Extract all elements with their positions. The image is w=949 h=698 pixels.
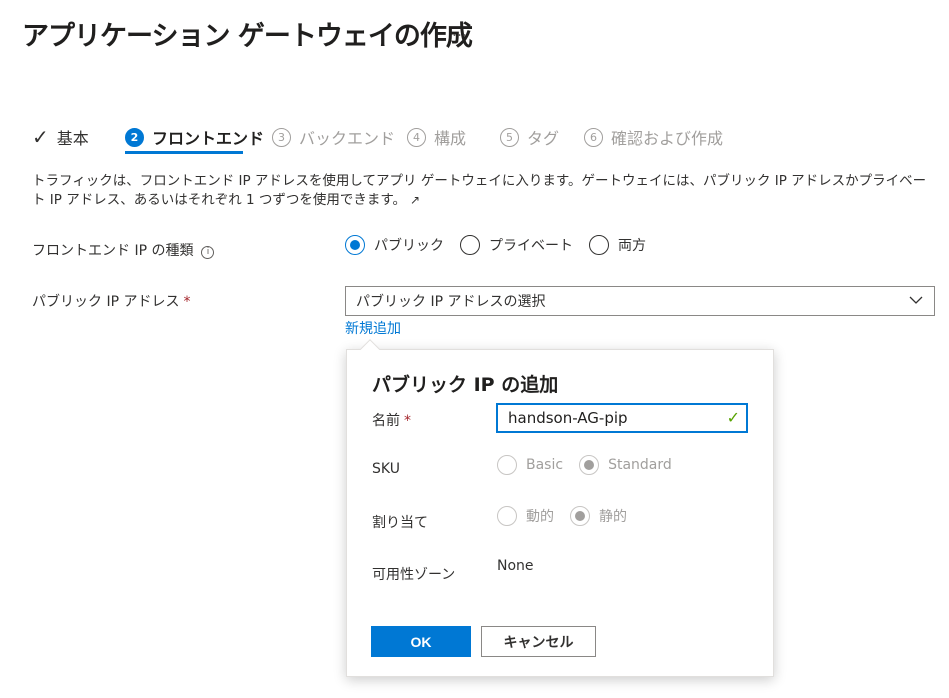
radio-button[interactable] [579, 455, 600, 475]
sku-radio-group: Basic Standard [497, 455, 688, 475]
radio-label: 静的 [599, 509, 627, 525]
tab-configuration[interactable]: 4 構成 [407, 120, 466, 154]
availability-zone-value: None [497, 558, 534, 574]
dropdown-placeholder: パブリック IP アドレスの選択 [356, 294, 546, 310]
assignment-label: 割り当て [372, 515, 428, 531]
tab-label: 構成 [434, 129, 467, 148]
name-label-text: 名前 [372, 413, 400, 429]
step-number: 6 [584, 127, 603, 147]
public-ip-dropdown[interactable]: パブリック IP アドレスの選択 [345, 286, 935, 316]
radio-button[interactable] [570, 506, 590, 526]
radio-button[interactable] [589, 235, 609, 255]
checkmark-icon: ✓ [32, 125, 49, 149]
tab-review-create[interactable]: 6 確認および作成 [584, 120, 723, 154]
external-link-icon[interactable]: ↗ [410, 193, 420, 207]
checkmark-icon: ✓ [726, 408, 740, 427]
tab-label: 基本 [56, 129, 89, 148]
tab-label: フロントエンド [152, 129, 265, 148]
more-options-icon[interactable]: … [452, 22, 468, 40]
description: トラフィックは、フロントエンド IP アドレスを使用してアプリ ゲートウェイに入… [32, 172, 937, 210]
step-number: 4 [407, 127, 426, 147]
active-tab-indicator [125, 151, 243, 154]
add-new-link[interactable]: 新規追加 [345, 318, 401, 338]
step-number: 2 [125, 127, 144, 147]
callout-title: パブリック IP の追加 [372, 374, 559, 396]
radio-button[interactable] [497, 506, 517, 526]
description-text: トラフィックは、フロントエンド IP アドレスを使用してアプリ ゲートウェイに入… [32, 173, 927, 208]
ip-type-label: フロントエンド IP の種類 i [32, 240, 215, 260]
info-icon[interactable]: i [201, 245, 215, 259]
step-number: 3 [272, 127, 291, 147]
radio-label: 動的 [526, 509, 554, 525]
assignment-static-option[interactable]: 静的 [570, 506, 627, 526]
name-input-value: handson-AG-pip [508, 409, 628, 427]
radio-label: 両方 [618, 238, 646, 254]
radio-button[interactable] [345, 235, 365, 255]
tab-label: タグ [527, 129, 560, 148]
tab-label: 確認および作成 [611, 129, 724, 148]
public-ip-label-text: パブリック IP アドレス [32, 294, 180, 310]
callout-beak [360, 339, 380, 359]
required-marker: * [183, 294, 191, 310]
radio-label: Basic [526, 457, 564, 473]
required-marker: * [404, 413, 411, 429]
public-ip-label: パブリック IP アドレス * [32, 291, 190, 311]
sku-label: SKU [372, 461, 400, 477]
tab-frontend[interactable]: 2 フロントエンド [125, 120, 264, 154]
ip-type-label-text: フロントエンド IP の種類 [32, 243, 194, 259]
assignment-radio-group: 動的 静的 [497, 506, 643, 526]
ip-type-radio-group: パブリック プライベート 両方 [345, 235, 662, 255]
assignment-dynamic-option[interactable]: 動的 [497, 506, 554, 526]
add-public-ip-callout: パブリック IP の追加 名前 * handson-AG-pip ✓ SKU Ba… [346, 339, 774, 677]
cancel-button[interactable]: キャンセル [481, 626, 596, 657]
radio-label: パブリック [374, 238, 444, 254]
radio-button[interactable] [497, 455, 517, 475]
chevron-down-icon [908, 292, 924, 312]
radio-button[interactable] [460, 235, 480, 255]
tab-label: バックエンド [299, 129, 396, 148]
sku-basic-option[interactable]: Basic [497, 455, 563, 475]
ip-type-public-option[interactable]: パブリック [345, 235, 444, 255]
ok-button[interactable]: OK [371, 626, 471, 657]
radio-label: Standard [608, 457, 672, 473]
page-title: アプリケーション ゲートウェイの作成 [22, 21, 473, 52]
ip-type-private-option[interactable]: プライベート [460, 235, 573, 255]
name-label: 名前 * [372, 410, 411, 430]
tab-backend[interactable]: 3 バックエンド [272, 120, 395, 154]
radio-label: プライベート [489, 238, 573, 254]
tab-basics[interactable]: ✓ 基本 [32, 120, 89, 154]
name-input[interactable]: handson-AG-pip ✓ [496, 403, 748, 433]
availability-zone-label: 可用性ゾーン [372, 567, 456, 583]
sku-standard-option[interactable]: Standard [579, 455, 672, 475]
ip-type-both-option[interactable]: 両方 [589, 235, 646, 255]
tab-tags[interactable]: 5 タグ [500, 120, 559, 154]
step-number: 5 [500, 127, 519, 147]
